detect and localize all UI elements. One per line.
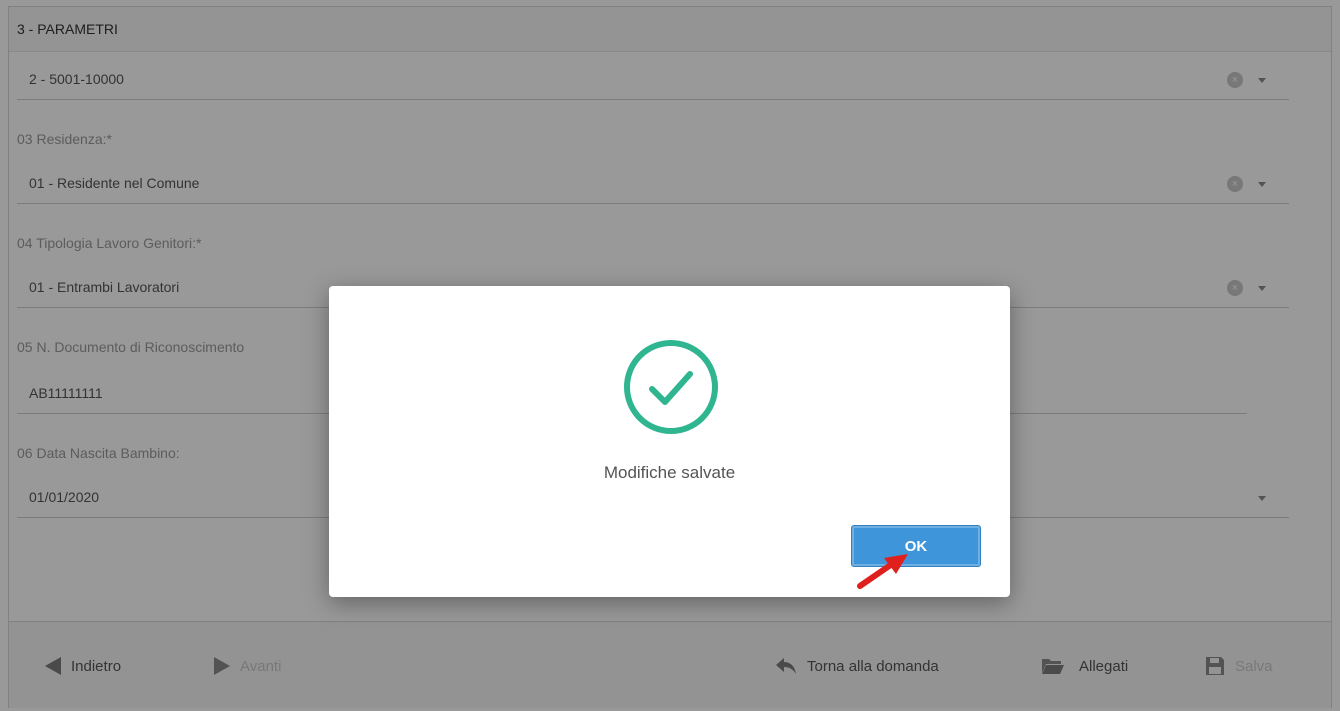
annotation-arrow-icon	[857, 554, 908, 589]
success-dialog: Modifiche salvate OK	[329, 286, 1010, 597]
success-check-icon	[624, 340, 718, 434]
dialog-message: Modifiche salvate	[603, 463, 736, 482]
application-page: 3 - PARAMETRI 2 - 5001-10000 × 03 Reside…	[0, 0, 1340, 711]
